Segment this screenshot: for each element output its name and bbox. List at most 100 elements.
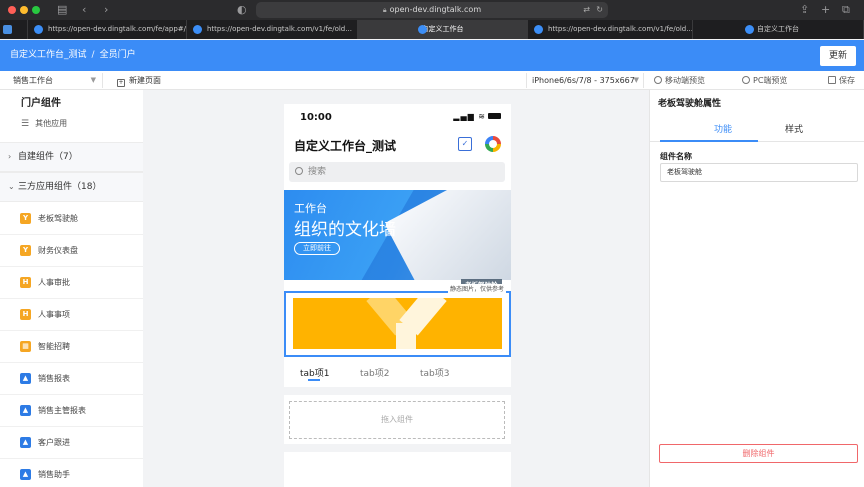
minimize-window-button[interactable]	[20, 6, 28, 14]
portal-search-input[interactable]: 搜索	[289, 162, 505, 182]
other-apps-item[interactable]: ☰ 其他应用	[21, 114, 67, 134]
portal-tabs: tab项1 tab项2 tab项3	[284, 363, 511, 385]
component-item[interactable]: H 人事事项	[0, 299, 143, 331]
divider	[284, 387, 511, 395]
reload-icon[interactable]: ↻	[596, 2, 603, 18]
tab-style[interactable]: 样式	[785, 122, 803, 135]
delete-component-button[interactable]: 删除组件	[659, 444, 858, 463]
component-item[interactable]: ▲ 销售主管报表	[0, 395, 143, 427]
component-name-label: 组件名称	[660, 152, 692, 161]
app-icon: H	[20, 277, 31, 288]
app-icon: ▲	[20, 437, 31, 448]
breadcrumb: 自定义工作台_测试 / 全员门户	[10, 40, 136, 71]
component-item[interactable]: Y 财务仪表盘	[0, 235, 143, 267]
component-item[interactable]: Y 老板驾驶舱	[0, 203, 143, 235]
browser-tab[interactable]: 自定义工作台	[693, 20, 864, 39]
section-label: 三方应用组件（18）	[18, 182, 102, 192]
property-panel: 老板驾驶舱属性 功能 样式 组件名称 老板驾驶舱 删除组件	[649, 90, 864, 487]
app-icon: Y	[20, 245, 31, 256]
banner-go-button[interactable]: 立即前往	[294, 242, 340, 255]
component-panel: 门户组件 ☰ 其他应用 › 自建组件（7） ⌄ 三方应用组件（18） Y 老板驾驶舱 Y…	[0, 90, 143, 487]
component-label: 销售助手	[38, 470, 70, 479]
page-select-value: 销售工作台	[13, 76, 53, 85]
sidebar-toggle-icon[interactable]: ▤	[57, 3, 67, 17]
save-button[interactable]: 保存	[828, 71, 855, 90]
portal-tab-1[interactable]: tab项1	[300, 366, 329, 379]
chevron-down-icon: ▼	[90, 76, 96, 84]
section-third-party-components[interactable]: ⌄ 三方应用组件（18）	[0, 172, 143, 202]
translate-icon[interactable]: ⇄	[583, 2, 590, 18]
new-tab-icon[interactable]: +	[821, 3, 830, 17]
address-bar[interactable]: 🔒︎ open-dev.dingtalk.com ⇄ ↻	[256, 2, 608, 18]
chevron-down-icon: ⌄	[8, 182, 15, 191]
component-item[interactable]: H 人事审批	[0, 267, 143, 299]
update-button[interactable]: 更新	[820, 46, 856, 66]
browser-tab[interactable]: https://open-dev.dingtalk.com/v1/fe/old.…	[528, 20, 693, 39]
signal-wifi-battery-icon: ▂▄▆ ≋	[453, 112, 501, 121]
portal-tab-2[interactable]: tab项2	[360, 366, 389, 379]
chevron-right-icon: ›	[8, 152, 12, 161]
new-page-icon: +	[117, 79, 125, 87]
section-label: 自建组件（7）	[18, 152, 78, 162]
tab-function[interactable]: 功能	[714, 122, 732, 135]
banner-line1: 工作台	[294, 202, 327, 215]
zoom-window-button[interactable]	[32, 6, 40, 14]
property-tabs: 功能 样式	[650, 116, 864, 142]
new-page-label: 新建页面	[129, 76, 161, 85]
page-select[interactable]: 销售工作台 ▼	[3, 73, 103, 88]
forward-icon[interactable]: ›	[104, 3, 108, 17]
app-icon: ▲	[20, 405, 31, 416]
app-header: 自定义工作台_测试 / 全员门户 更新	[0, 40, 864, 71]
divider	[284, 444, 511, 452]
component-item[interactable]: ▲ 销售报表	[0, 363, 143, 395]
privacy-shield-icon[interactable]: ◐	[237, 3, 247, 17]
static-image-note: 静态图片，仅供参考	[447, 284, 506, 293]
breadcrumb-separator: /	[91, 50, 95, 60]
device-select[interactable]: iPhone6/6s/7/8 - 375x667 ▼	[526, 73, 644, 88]
status-time: 10:00	[300, 112, 332, 123]
browser-tab[interactable]: https://open-dev.dingtalk.com/v1/fe/old.…	[187, 20, 358, 39]
section-custom-components[interactable]: › 自建组件（7）	[0, 142, 143, 172]
component-label: 老板驾驶舱	[38, 214, 78, 223]
component-label: 客户跟进	[38, 438, 70, 447]
back-icon[interactable]: ‹	[82, 3, 86, 17]
browser-tab-active[interactable]: 自定义工作台	[358, 20, 528, 39]
browser-titlebar: ▤ ‹ › ◐ 🔒︎ open-dev.dingtalk.com ⇄ ↻ ⇪ + …	[0, 0, 864, 20]
property-panel-title: 老板驾驶舱属性	[658, 99, 722, 109]
component-item[interactable]: ▦ 智能招聘	[0, 331, 143, 363]
save-label: 保存	[839, 76, 855, 85]
drop-zone[interactable]: 拖入组件	[289, 401, 505, 439]
selected-component[interactable]: 静态图片，仅供参考	[284, 284, 511, 357]
component-item[interactable]: ▲ 客户跟进	[0, 427, 143, 459]
share-icon[interactable]: ⇪	[800, 3, 809, 17]
design-canvas[interactable]: 10:00 ▂▄▆ ≋ 自定义工作台_测试 ✓ 搜索 工作台 组织的文化墙 立即…	[143, 90, 649, 487]
portal-tab-3[interactable]: tab项3	[420, 366, 449, 379]
todo-icon[interactable]: ✓	[458, 137, 472, 151]
banner-component[interactable]: 工作台 组织的文化墙 立即前往	[284, 190, 511, 280]
component-label: 财务仪表盘	[38, 246, 78, 255]
close-window-button[interactable]	[8, 6, 16, 14]
eye-icon	[654, 76, 662, 84]
active-tab-indicator	[660, 140, 758, 142]
component-label: 销售主管报表	[38, 406, 86, 415]
other-apps-label: 其他应用	[35, 119, 68, 128]
browser-tab[interactable]	[0, 20, 28, 39]
favicon-icon	[3, 25, 12, 34]
device-select-value: iPhone6/6s/7/8 - 375x667	[532, 76, 635, 85]
dingtalk-favicon-icon	[193, 25, 202, 34]
boss-cockpit-image	[293, 298, 502, 349]
active-tab-indicator	[308, 379, 320, 381]
new-page-button[interactable]: + 新建页面	[117, 71, 161, 90]
breadcrumb-app[interactable]: 自定义工作台_测试	[10, 50, 87, 60]
component-label: 销售报表	[38, 374, 70, 383]
browser-tab[interactable]: https://open-dev.dingtalk.com/fe/app#/..…	[28, 20, 187, 39]
chevron-down-icon: ▼	[633, 76, 639, 84]
component-name-input[interactable]: 老板驾驶舱	[660, 163, 858, 182]
component-item[interactable]: ▲ 销售助手	[0, 459, 143, 487]
tab-overview-icon[interactable]: ⧉	[842, 3, 850, 17]
pc-preview-button[interactable]: PC端预览	[742, 71, 787, 90]
dingtalk-favicon-icon	[745, 25, 754, 34]
save-icon	[828, 76, 836, 84]
app-center-icon[interactable]	[485, 136, 501, 152]
mobile-preview-button[interactable]: 移动端预览	[654, 71, 705, 90]
